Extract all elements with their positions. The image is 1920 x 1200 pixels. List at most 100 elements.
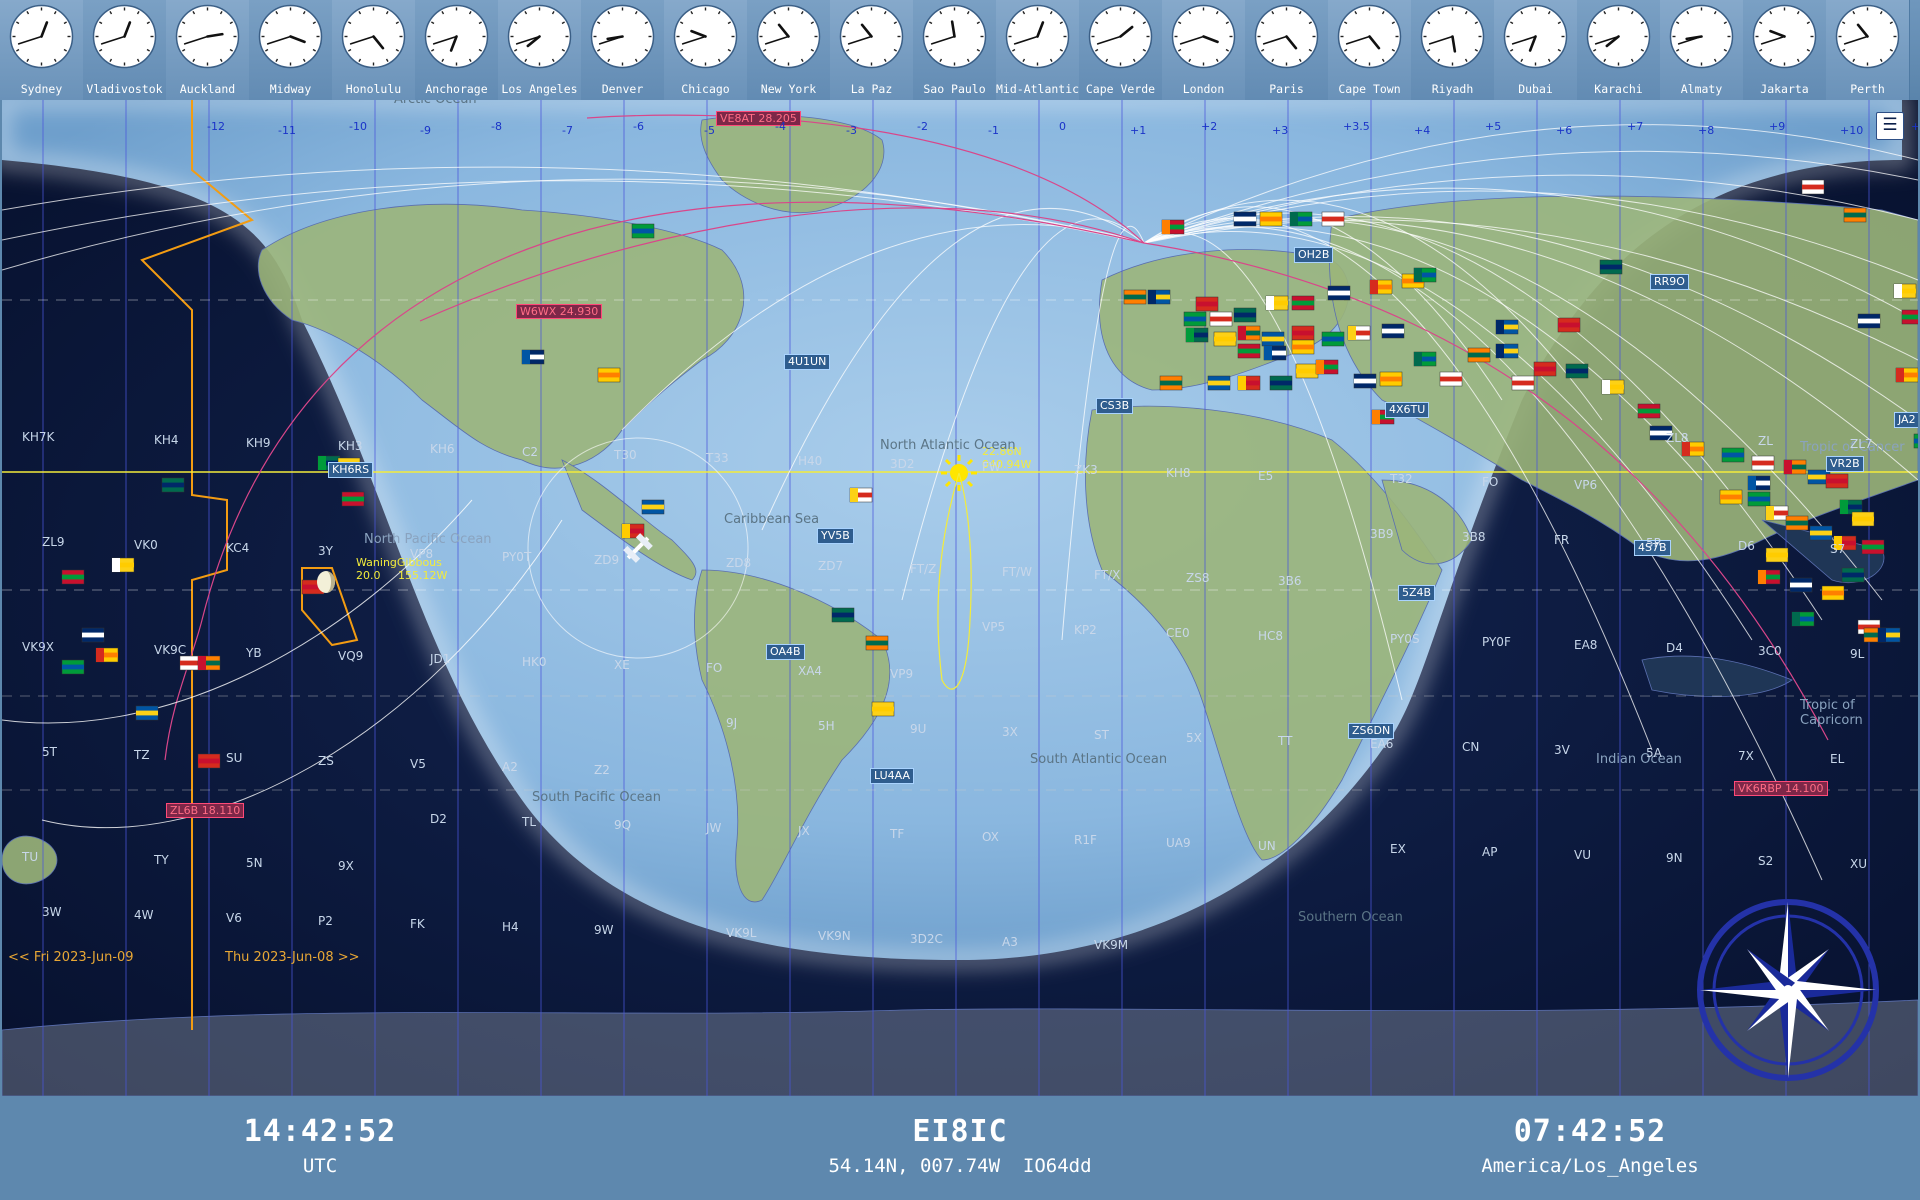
clock-city-label: Almaty	[1680, 82, 1723, 96]
clock-face-icon	[1337, 4, 1402, 69]
dxcc-prefix-label: ZD7	[818, 559, 844, 573]
country-flag-icon	[1347, 325, 1371, 341]
country-flag-icon	[1843, 207, 1867, 223]
timezone-offset-label: +4	[1414, 124, 1431, 137]
clock-los-angeles[interactable]: Los Angeles	[498, 0, 582, 100]
timezone-offset-label: +9	[1769, 120, 1786, 133]
dx-spot-label[interactable]: W6WX 24.930	[516, 304, 603, 319]
map-menu-button[interactable]: ☰	[1876, 112, 1904, 140]
timezone-offset-label: +3	[1272, 124, 1289, 137]
clock-cape-verde[interactable]: Cape Verde	[1079, 0, 1163, 100]
clock-city-label: London	[1182, 82, 1225, 96]
dx-callsign-label[interactable]: YV5B	[817, 528, 854, 544]
dxcc-prefix-label: VK9L	[726, 926, 757, 940]
clock-jakarta[interactable]: Jakarta	[1743, 0, 1827, 100]
clock-face-icon	[1586, 4, 1651, 69]
ocean-label: Tropic of Capricorn	[1800, 698, 1863, 728]
country-flag-icon	[1751, 455, 1775, 471]
dxcc-prefix-label: FO	[1482, 475, 1499, 489]
timezone-offset-label: +8	[1698, 124, 1715, 137]
dx-callsign-label[interactable]: LU4AA	[870, 768, 914, 784]
dxcc-prefix-label: 9L	[1850, 647, 1865, 661]
dxcc-prefix-label: CE0	[1166, 626, 1190, 640]
country-flag-icon	[1467, 347, 1491, 363]
dx-callsign-label[interactable]: KH6RS	[328, 462, 374, 478]
dxcc-prefix-label: ZK3	[1074, 463, 1098, 477]
country-flag-icon	[1893, 283, 1917, 299]
country-flag-icon	[1263, 345, 1287, 361]
dx-spot-label[interactable]: ZL6B 18.110	[166, 803, 245, 818]
clock-perth[interactable]: Perth	[1826, 0, 1910, 100]
clock-karachi[interactable]: Karachi	[1577, 0, 1661, 100]
country-flag-icon	[1439, 371, 1463, 387]
dxcc-prefix-label: D4	[1666, 641, 1683, 655]
dxcc-prefix-label: OX	[982, 830, 999, 844]
clock-anchorage[interactable]: Anchorage	[415, 0, 499, 100]
country-flag-icon	[1183, 311, 1207, 327]
country-flag-icon	[1161, 219, 1185, 235]
dxcc-prefix-label: EA8	[1574, 638, 1598, 652]
clock-face-icon	[9, 4, 74, 69]
clock-honolulu[interactable]: Honolulu	[332, 0, 416, 100]
timezone-offset-label: -12	[207, 120, 225, 133]
dxcc-prefix-label: FT/Z	[910, 562, 937, 576]
map-canvas[interactable]	[2, 100, 1918, 1096]
dx-spot-label[interactable]: VK6RBP 14.100	[1734, 781, 1828, 796]
dx-callsign-label[interactable]: OA4B	[766, 644, 805, 660]
clock-london[interactable]: London	[1162, 0, 1246, 100]
clock-cape-town[interactable]: Cape Town	[1328, 0, 1412, 100]
dx-callsign-label[interactable]: JA2	[1894, 412, 1918, 428]
dx-callsign-label[interactable]: 4U1UN	[784, 354, 831, 370]
country-flag-icon	[341, 491, 365, 507]
clock-face-icon	[1005, 4, 1070, 69]
country-flag-icon	[521, 349, 545, 365]
clock-sydney[interactable]: Sydney	[0, 0, 84, 100]
country-flag-icon	[1637, 403, 1661, 419]
clock-paris[interactable]: Paris	[1245, 0, 1329, 100]
clock-dubai[interactable]: Dubai	[1494, 0, 1578, 100]
dx-callsign-label[interactable]: 4X6TU	[1385, 402, 1430, 418]
world-map[interactable]: ☰ << Fri 2023-Jun-09 Thu 2023-Jun-08 >> …	[2, 100, 1918, 1096]
timezone-offset-label: 0	[1059, 120, 1066, 133]
dx-callsign-label[interactable]: CS3B	[1096, 398, 1134, 414]
clock-almaty[interactable]: Almaty	[1660, 0, 1744, 100]
dx-callsign-label[interactable]: 5Z4B	[1398, 585, 1436, 601]
dx-callsign-label[interactable]: OH2B	[1294, 247, 1334, 263]
country-flag-icon	[1809, 525, 1833, 541]
clock-midway[interactable]: Midway	[249, 0, 333, 100]
clock-new-york[interactable]: New York	[747, 0, 831, 100]
clock-city-label: Cape Town	[1338, 82, 1401, 96]
clock-denver[interactable]: Denver	[581, 0, 665, 100]
local-clock: 07:42:52 America/Los_Angeles	[1440, 1114, 1740, 1177]
timezone-offset-label: -2	[917, 120, 928, 133]
clock-face-icon	[673, 4, 738, 69]
dxcc-prefix-label: KH3	[338, 439, 363, 453]
clock-face-icon	[1420, 4, 1485, 69]
country-flag-icon	[1379, 371, 1403, 387]
clock-face-icon	[590, 4, 655, 69]
ocean-label: South Atlantic Ocean	[1030, 752, 1168, 767]
dx-callsign-label[interactable]: RR9O	[1650, 274, 1689, 290]
clock-sao-paulo[interactable]: Sao Paulo	[913, 0, 997, 100]
country-flag-icon	[1599, 259, 1623, 275]
dx-spot-label[interactable]: VE8AT 28.205	[716, 111, 801, 126]
dxcc-prefix-label: 5R	[1646, 536, 1662, 550]
dx-callsign-label[interactable]: VR2B	[1826, 456, 1864, 472]
dxcc-prefix-label: FO	[706, 661, 723, 675]
clock-chicago[interactable]: Chicago	[664, 0, 748, 100]
clock-vladivostok[interactable]: Vladivostok	[83, 0, 167, 100]
dxcc-prefix-label: D2	[430, 812, 447, 826]
clock-face-icon	[175, 4, 240, 69]
dxcc-prefix-label: KH6	[430, 442, 455, 456]
clock-mid-atlantic[interactable]: Mid-Atlantic	[996, 0, 1080, 100]
clock-la-paz[interactable]: La Paz	[830, 0, 914, 100]
country-flag-icon	[161, 477, 185, 493]
dxcc-prefix-label: XA4	[798, 664, 823, 678]
country-flag-icon	[1159, 375, 1183, 391]
clock-riyadh[interactable]: Riyadh	[1411, 0, 1495, 100]
dxcc-prefix-label: 7X	[1738, 749, 1754, 763]
clock-auckland[interactable]: Auckland	[166, 0, 250, 100]
country-flag-icon	[1821, 585, 1845, 601]
country-flag-icon	[1791, 611, 1815, 627]
dxcc-prefix-label: 3B9	[1370, 527, 1394, 541]
